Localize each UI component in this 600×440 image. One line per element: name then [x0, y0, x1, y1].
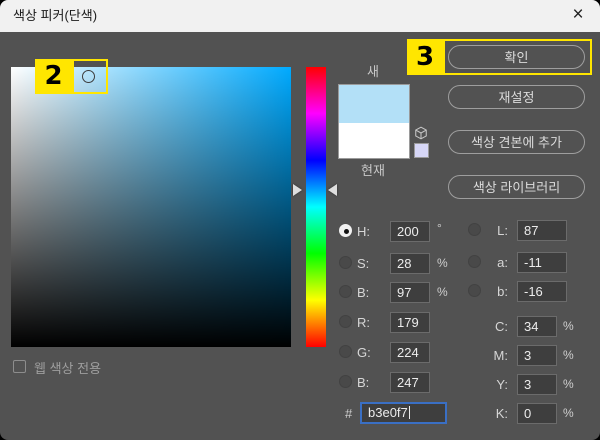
hue-slider[interactable] [306, 67, 326, 347]
nearest-web-color-swatch[interactable] [414, 143, 429, 158]
annotation-mark-2: 2 [35, 59, 72, 94]
y-label: Y: [496, 377, 508, 392]
r-label: R: [357, 315, 370, 330]
y-input[interactable]: 3 [517, 374, 557, 395]
m-input[interactable]: 3 [517, 345, 557, 366]
c-input[interactable]: 34 [517, 316, 557, 337]
annotation-mark-3: 3 [407, 39, 443, 75]
b-input[interactable]: 97 [390, 282, 430, 303]
l-input[interactable]: 87 [517, 220, 567, 241]
k-label: K: [495, 406, 508, 421]
current-color-label: 현재 [361, 163, 385, 178]
h-label: H: [357, 224, 370, 239]
s-label: S: [357, 256, 370, 271]
web-colors-only-checkbox[interactable] [13, 360, 26, 373]
hex-label: # [345, 406, 353, 421]
current-color-swatch[interactable] [339, 123, 409, 158]
annotation-box-2 [72, 59, 108, 94]
color-libraries-button[interactable]: 색상 라이브러리 [448, 175, 585, 199]
g-input[interactable]: 224 [390, 342, 430, 363]
hex-input[interactable]: b3e0f7 [360, 402, 447, 424]
add-to-swatches-button[interactable]: 색상 견본에 추가 [448, 130, 585, 154]
c-unit: % [563, 319, 574, 333]
text-caret [408, 406, 410, 419]
hue-slider-left-arrow-icon[interactable] [293, 184, 302, 196]
color-compare-swatch [338, 84, 410, 159]
g-label: G: [357, 345, 371, 360]
radio-r[interactable] [339, 315, 352, 328]
web-color-warning-cube-icon[interactable] [414, 126, 428, 140]
h-input[interactable]: 200 [390, 221, 430, 242]
radio-s[interactable] [339, 256, 352, 269]
a-input[interactable]: -11 [517, 252, 567, 273]
dialog-title: 색상 피커(단색) [13, 8, 98, 23]
color-picker-dialog: 색상 피커(단색) × 새 현재 확인 재설정 색상 견본에 추가 색상 라이브… [0, 0, 600, 440]
l-label: L: [497, 223, 508, 238]
h-unit: ° [437, 221, 442, 235]
s-input[interactable]: 28 [390, 253, 430, 274]
b-unit: % [437, 285, 448, 299]
radio-b-rgb[interactable] [339, 375, 352, 388]
r-input[interactable]: 179 [390, 312, 430, 333]
m-unit: % [563, 348, 574, 362]
radio-h[interactable] [339, 224, 352, 237]
radio-g[interactable] [339, 345, 352, 358]
annotation-box-3 [443, 39, 592, 75]
color-field[interactable] [11, 67, 291, 347]
web-colors-only-label: 웹 색상 전용 [34, 361, 102, 376]
lab-b-input[interactable]: -16 [517, 281, 567, 302]
radio-b[interactable] [339, 285, 352, 298]
hex-value: b3e0f7 [368, 405, 408, 420]
c-label: C: [495, 319, 508, 334]
reset-button[interactable]: 재설정 [448, 85, 585, 109]
k-unit: % [563, 406, 574, 420]
a-label: a: [497, 255, 508, 270]
b-rgb-label: B: [357, 375, 370, 390]
s-unit: % [437, 256, 448, 270]
close-icon[interactable]: × [563, 0, 593, 32]
y-unit: % [563, 377, 574, 391]
lab-b-label: b: [497, 284, 508, 299]
m-label: M: [493, 348, 508, 363]
new-color-label: 새 [367, 64, 379, 79]
hue-slider-right-arrow-icon[interactable] [328, 184, 337, 196]
k-input[interactable]: 0 [517, 403, 557, 424]
new-color-swatch [339, 85, 409, 123]
title-bar: 색상 피커(단색) × [0, 0, 600, 32]
b-rgb-input[interactable]: 247 [390, 372, 430, 393]
b-label: B: [357, 285, 370, 300]
